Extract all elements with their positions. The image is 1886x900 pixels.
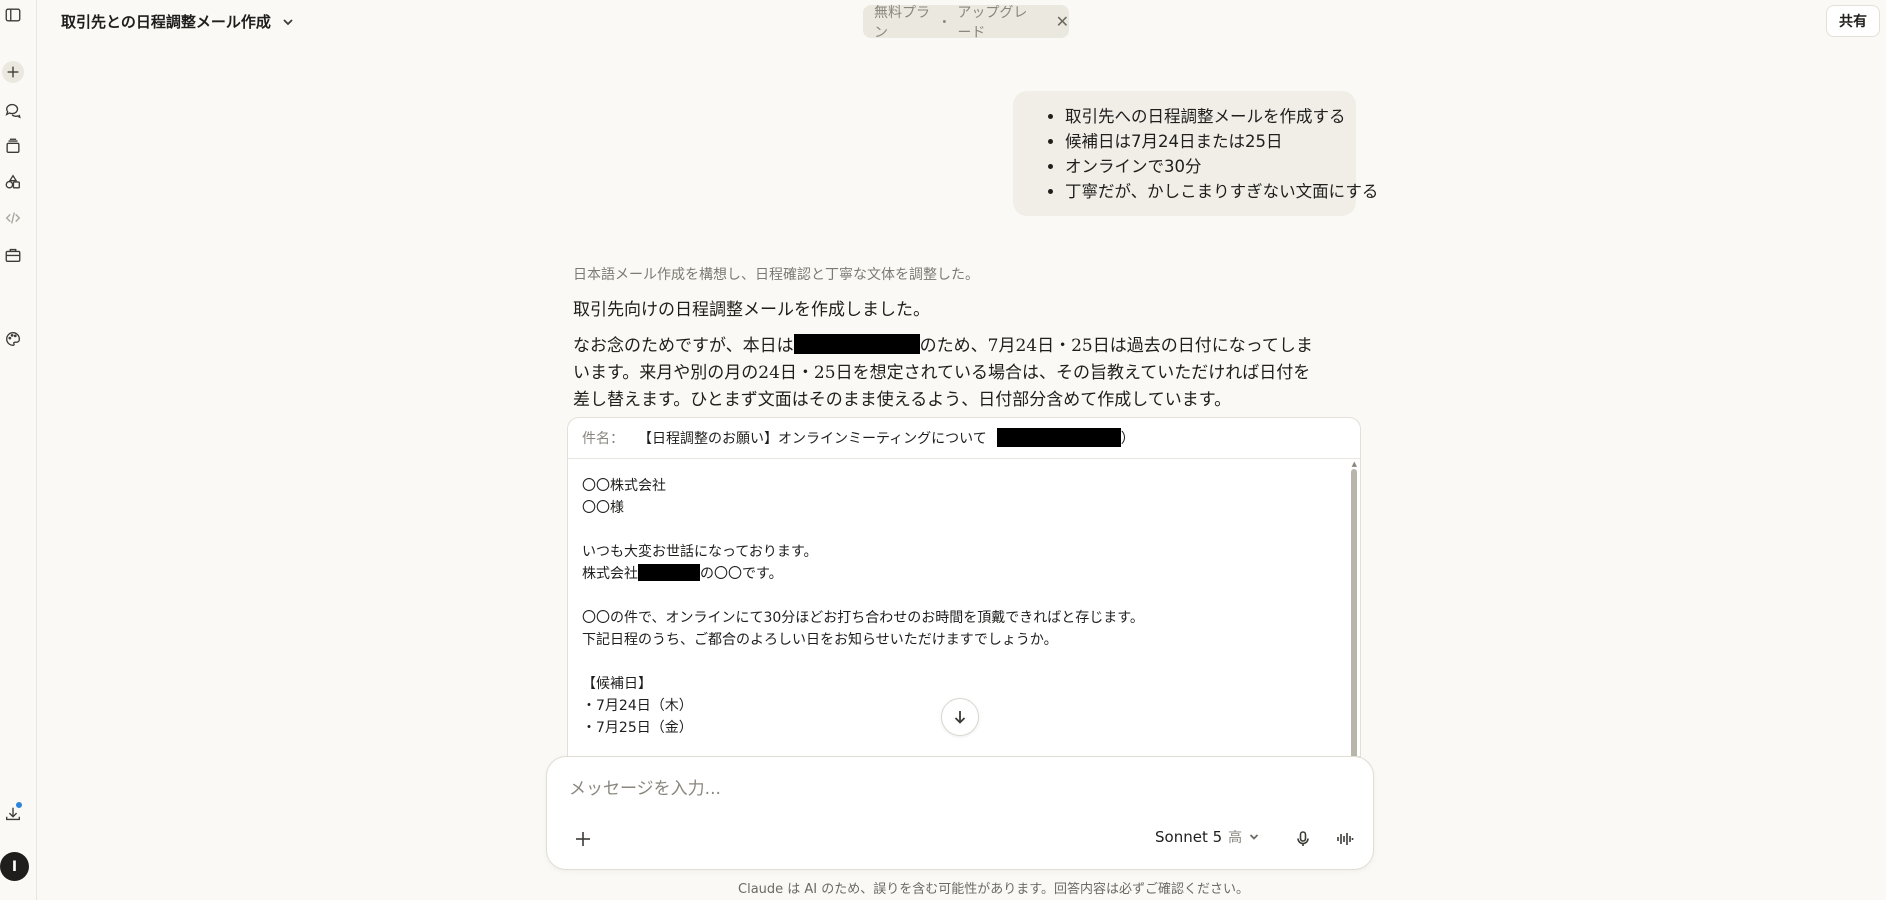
list-item: 候補日は7月24日または25日: [1065, 129, 1340, 154]
plus-icon: [576, 832, 590, 846]
arrow-down-icon: [954, 711, 966, 724]
conversation-title[interactable]: 取引先との日程調整メール作成: [61, 11, 295, 32]
microphone-button[interactable]: [1289, 825, 1317, 853]
chevron-down-icon: [1250, 834, 1259, 840]
upgrade-link[interactable]: アップグレード: [957, 2, 1037, 42]
model-selector[interactable]: Sonnet 5 高: [1155, 827, 1260, 847]
subject-suffix: ）: [1120, 431, 1135, 447]
plan-separator: ・: [937, 14, 952, 31]
artifacts-icon[interactable]: [2, 171, 24, 193]
email-line: 【候補日】: [582, 676, 652, 692]
palette-icon[interactable]: [2, 328, 24, 350]
microphone-icon: [1297, 831, 1309, 846]
message-composer: Sonnet 5 高: [546, 756, 1374, 870]
email-line-part: 株式会社: [582, 566, 638, 582]
subject-text: 【日程調整のお願い】オンラインミーティングについて ）: [638, 428, 1135, 448]
list-item: オンラインで30分: [1065, 154, 1340, 179]
user-message-list: 取引先への日程調整メールを作成する 候補日は7月24日または25日 オンラインで…: [1035, 104, 1378, 204]
avatar[interactable]: I: [0, 852, 29, 881]
voice-mode-button[interactable]: [1331, 825, 1359, 853]
email-line: 株式会社 の〇〇です。: [582, 563, 1346, 585]
redaction-box: [638, 564, 700, 581]
new-chat-icon[interactable]: [2, 61, 24, 83]
subject-row: 件名： 【日程調整のお願い】オンラインミーティングについて ）: [568, 418, 1360, 459]
plan-text: 無料プラン: [874, 4, 930, 41]
user-message: 取引先への日程調整メールを作成する 候補日は7月24日または25日 オンラインで…: [1013, 91, 1378, 216]
model-name: Sonnet 5: [1155, 828, 1223, 846]
sidebar: I: [0, 0, 37, 900]
assistant-note: なお念のためですが、本日は のため、7月24日・25日は過去の日付になってしまいま…: [573, 333, 1323, 414]
email-line: 下記日程のうち、ご都合のよろしい日をお知らせいただけますでしょうか。: [582, 632, 1058, 648]
disclaimer: Claude は AI のため、誤りを含む可能性があります。回答内容は必ずご確認…: [738, 882, 1249, 897]
email-line: いつも大変お世話になっております。: [582, 544, 818, 560]
chats-icon[interactable]: [2, 99, 24, 121]
share-button[interactable]: 共有: [1826, 5, 1880, 37]
assistant-intro: 取引先向けの日程調整メールを作成しました。: [573, 300, 930, 320]
conversation-title-text: 取引先との日程調整メール作成: [61, 13, 271, 31]
email-line-part: の〇〇です。: [700, 566, 783, 582]
message-input[interactable]: [569, 779, 1269, 799]
add-attachment-button[interactable]: [569, 825, 597, 853]
email-line: 〇〇株式会社: [582, 478, 666, 494]
thinking-summary[interactable]: 日本語メール作成を構想し、日程確認と丁寧な文体を調整した。: [573, 264, 979, 284]
waveform-icon: [1337, 833, 1354, 845]
email-line: 〇〇の件で、オンラインにて30分ほどお打ち合わせのお時間を頂戴できればと存じます…: [582, 610, 1144, 626]
redaction-box: [996, 428, 1121, 447]
notification-dot: [14, 800, 24, 810]
chevron-down-icon: [283, 18, 293, 25]
scroll-to-bottom-button[interactable]: [941, 698, 979, 736]
close-icon[interactable]: ✕: [1056, 12, 1069, 31]
plan-banner: 無料プラン ・ アップグレード ✕: [863, 5, 1069, 41]
note-text-1: なお念のためですが、本日は: [573, 336, 794, 356]
briefcase-icon[interactable]: [2, 244, 24, 266]
scroll-up-arrow[interactable]: ▲: [1352, 460, 1357, 468]
list-item: 取引先への日程調整メールを作成する: [1065, 104, 1346, 129]
list-item: 丁寧だが、かしこまりすぎない文面にする: [1065, 179, 1378, 204]
subject-value: 【日程調整のお願い】オンラインミーティングについて: [638, 431, 987, 447]
redaction-box: [793, 334, 920, 354]
effort-level: 高: [1228, 830, 1243, 846]
code-icon[interactable]: [2, 207, 24, 229]
sidebar-toggle-icon[interactable]: [2, 4, 24, 26]
email-line: 〇〇様: [582, 500, 624, 516]
projects-icon[interactable]: [2, 135, 24, 157]
subject-label: 件名：: [582, 431, 624, 447]
scrollbar[interactable]: [1351, 469, 1357, 756]
